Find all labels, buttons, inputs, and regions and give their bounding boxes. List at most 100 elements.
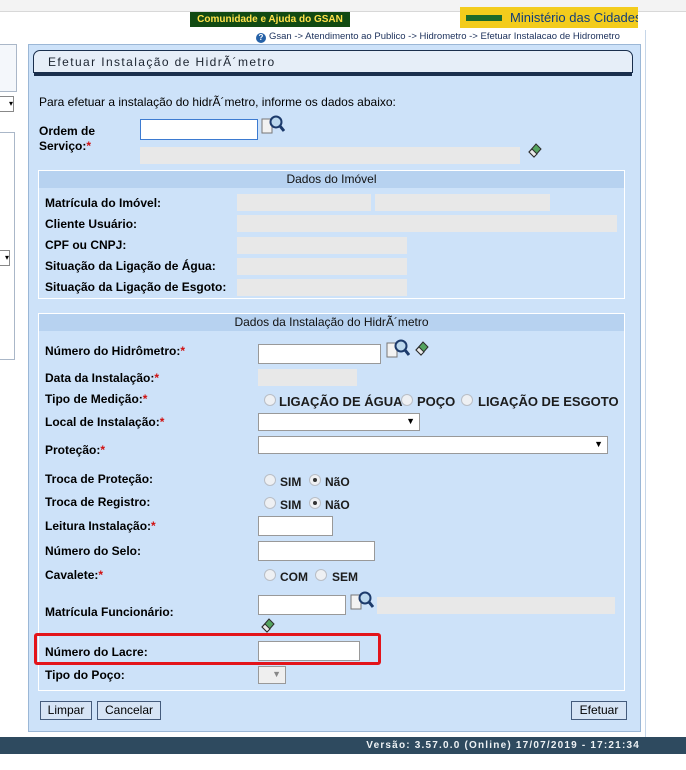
protecao-label: Proteção:* [45, 443, 105, 457]
matricula-imovel-description [375, 194, 550, 211]
left-menu-select-2[interactable]: ▾ [0, 250, 10, 266]
situacao-agua-field [237, 258, 407, 275]
instalacao-section-heading: Dados da Instalação do HidrÃ´metro [39, 314, 624, 331]
imovel-section-heading: Dados do Imóvel [39, 171, 624, 188]
funcionario-name-field [377, 597, 615, 614]
data-instalacao-label: Data da Instalação:* [45, 371, 159, 385]
ministry-banner: Ministério das Cidades [460, 7, 638, 28]
cavalete-label-text: Cavalete: [45, 568, 99, 582]
required-marker: * [100, 443, 106, 457]
situacao-agua-label: Situação da Ligação de Água: [45, 259, 216, 273]
clear-ordem-eraser-icon[interactable] [527, 142, 543, 158]
required-marker: * [86, 139, 92, 153]
chevron-down-icon: ▼ [594, 439, 603, 449]
intro-text: Para efetuar a instalação do hidrÃ´metro… [39, 95, 396, 109]
ordem-label-line2: Serviço: [39, 139, 87, 153]
matricula-funcionario-label: Matrícula Funcionário: [45, 605, 174, 619]
radio-troca-protecao-nao[interactable] [309, 474, 321, 486]
ordem-label: Serviço:* [39, 139, 91, 153]
situacao-esgoto-label: Situação da Ligação de Esgoto: [45, 280, 227, 294]
radio-poco[interactable] [401, 394, 413, 406]
ordem-description-field [140, 147, 520, 164]
help-icon[interactable]: ? [256, 33, 266, 43]
chevron-down-icon: ▼ [406, 416, 415, 426]
left-menu-select[interactable]: ▾ [0, 96, 14, 112]
left-menu-tree[interactable] [0, 132, 15, 360]
chevron-down-icon: ▼ [272, 669, 281, 679]
radio-troca-protecao-sim[interactable] [264, 474, 276, 486]
search-funcionario-icon[interactable] [350, 590, 374, 612]
cancelar-button[interactable]: Cancelar [97, 701, 161, 720]
efetuar-button[interactable]: Efetuar [571, 701, 627, 720]
radio-ligacao-agua-label: LIGAÇÃO DE ÁGUA [279, 394, 403, 409]
numero-lacre-highlight [34, 633, 381, 665]
ministry-logo-icon [466, 15, 502, 21]
breadcrumb: ? Gsan -> Atendimento ao Publico -> Hidro… [256, 31, 620, 43]
leitura-instalacao-label-text: Leitura Instalação: [45, 519, 152, 533]
cliente-usuario-label: Cliente Usuário: [45, 217, 138, 231]
data-instalacao-field [258, 369, 357, 386]
required-marker: * [142, 392, 148, 406]
radio-troca-registro-nao-label: NãO [325, 498, 350, 512]
tipo-poco-select[interactable]: ▼ [258, 666, 286, 684]
title-underline [34, 72, 632, 76]
protecao-select[interactable]: ▼ [258, 436, 608, 454]
local-instalacao-label-text: Local de Instalação: [45, 415, 160, 429]
numero-hidrometro-label: Número do Hidrômetro:* [45, 344, 185, 358]
clear-hidrometro-eraser-icon[interactable] [414, 340, 430, 356]
radio-ligacao-agua[interactable] [264, 394, 276, 406]
numero-selo-input[interactable] [258, 541, 375, 561]
matricula-funcionario-input[interactable] [258, 595, 346, 615]
radio-cavalete-com-label: COM [280, 570, 308, 584]
cpf-cnpj-field [237, 237, 407, 254]
ministry-banner-text: Ministério das Cidades [510, 10, 638, 25]
troca-registro-label: Troca de Registro: [45, 495, 151, 509]
numero-selo-label: Número do Selo: [45, 544, 142, 558]
tipo-medicao-label-text: Tipo de Medição: [45, 392, 143, 406]
gsan-community-banner[interactable]: Comunidade e Ajuda do GSAN [190, 12, 350, 27]
radio-troca-registro-sim[interactable] [264, 497, 276, 509]
radio-troca-protecao-sim-label: SIM [280, 475, 302, 489]
leitura-instalacao-input[interactable] [258, 516, 333, 536]
required-marker: * [154, 371, 160, 385]
required-marker: * [151, 519, 156, 533]
limpar-button[interactable]: Limpar [40, 701, 92, 720]
cliente-usuario-field [237, 215, 617, 232]
required-marker: * [98, 568, 104, 582]
radio-cavalete-com[interactable] [264, 569, 276, 581]
ordem-label-line1: Ordem de [39, 124, 96, 138]
left-menu-panel [0, 44, 17, 92]
radio-troca-registro-sim-label: SIM [280, 498, 302, 512]
numero-hidrometro-label-text: Número do Hidrômetro: [45, 344, 181, 358]
matricula-imovel-field [237, 194, 371, 211]
matricula-imovel-label: Matrícula do Imóvel: [45, 196, 162, 210]
clear-funcionario-eraser-icon[interactable] [260, 617, 276, 633]
radio-troca-registro-nao[interactable] [309, 497, 321, 509]
tipo-poco-label: Tipo do Poço: [45, 668, 125, 682]
data-instalacao-label-text: Data da Instalação: [45, 371, 155, 385]
ordem-servico-input[interactable] [140, 119, 258, 140]
troca-protecao-label: Troca de Proteção: [45, 472, 154, 486]
page-title-tab: Efetuar Instalação de HidrÃ´metro [33, 50, 633, 76]
radio-ligacao-esgoto-label: LIGAÇÃO DE ESGOTO [478, 394, 619, 409]
tipo-medicao-label: Tipo de Medição:* [45, 392, 147, 406]
numero-hidrometro-input[interactable] [258, 344, 381, 364]
protecao-label-text: Proteção: [45, 443, 101, 457]
search-ordem-icon[interactable] [261, 114, 285, 136]
breadcrumb-text[interactable]: Gsan -> Atendimento ao Publico -> Hidrom… [269, 31, 620, 42]
radio-ligacao-esgoto[interactable] [461, 394, 473, 406]
situacao-esgoto-field [237, 279, 407, 296]
radio-poco-label: POÇO [417, 394, 456, 409]
radio-troca-protecao-nao-label: NãO [325, 475, 350, 489]
cpf-cnpj-label: CPF ou CNPJ: [45, 238, 127, 252]
radio-cavalete-sem[interactable] [315, 569, 327, 581]
page-title: Efetuar Instalação de HidrÃ´metro [48, 55, 276, 69]
search-hidrometro-icon[interactable] [386, 338, 410, 360]
required-marker: * [159, 415, 165, 429]
radio-cavalete-sem-label: SEM [332, 570, 359, 584]
leitura-instalacao-label: Leitura Instalação:* [45, 519, 156, 533]
right-border-line [645, 30, 646, 737]
local-instalacao-select[interactable]: ▼ [258, 413, 420, 431]
local-instalacao-label: Local de Instalação:* [45, 415, 164, 429]
version-footer: Versão: 3.57.0.0 (Online) 17/07/2019 - 1… [0, 737, 686, 754]
